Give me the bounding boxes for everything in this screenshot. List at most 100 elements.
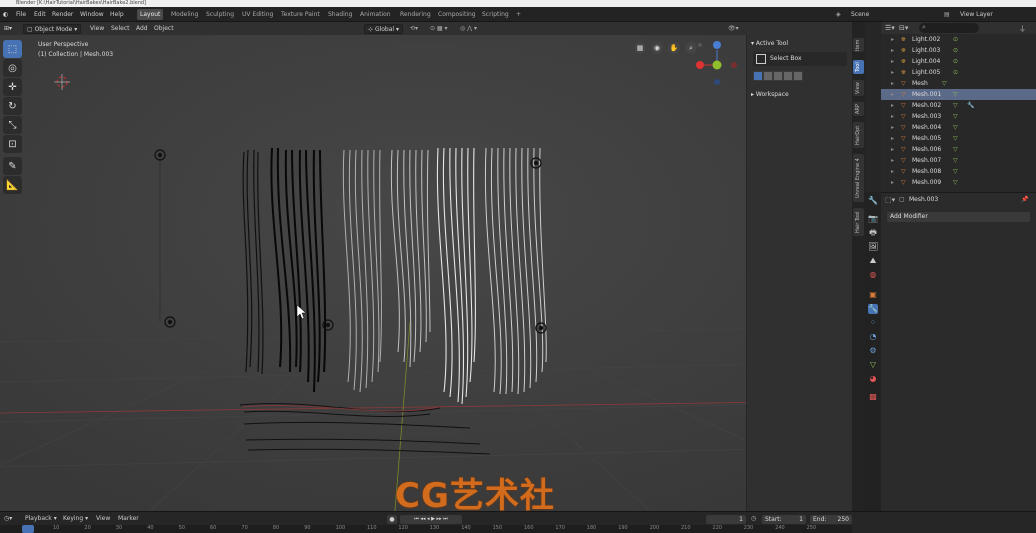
tab-hair-tool[interactable]: Hair Tool	[853, 208, 864, 236]
blender-logo-icon[interactable]: ◐	[3, 9, 8, 20]
menu-add[interactable]: Add	[136, 24, 148, 34]
rotate-tool-icon[interactable]: ↻	[3, 97, 22, 115]
menu-file[interactable]: File	[16, 9, 26, 20]
outliner-row[interactable]: ▸ ▽ Mesh.006 ▽	[881, 144, 1036, 155]
outliner-row-label[interactable]: Light.005	[912, 67, 940, 78]
scene-selector[interactable]: Scene	[851, 9, 869, 20]
menu-select[interactable]: Select	[111, 24, 130, 34]
outliner-row-label[interactable]: Mesh.006	[912, 144, 941, 155]
menu-playback[interactable]: Playback ▾	[25, 515, 57, 522]
expand-icon[interactable]: ▸	[891, 56, 894, 67]
3d-viewport[interactable]: ⊞▾ ▢ Object Mode ▾ View Select Add Objec…	[0, 22, 852, 511]
orientation-selector[interactable]: ⊹ Global ▾	[364, 24, 403, 34]
view-object-types-icon[interactable]: 👁▾	[728, 24, 739, 34]
menu-render[interactable]: Render	[52, 9, 73, 20]
measure-tool-icon[interactable]: 📐	[3, 176, 22, 194]
expand-icon[interactable]: ▸	[891, 166, 894, 177]
outliner-row-label[interactable]: Light.003	[912, 45, 940, 56]
mesh-data-icon[interactable]: ▽	[953, 133, 958, 144]
outliner-row-label[interactable]: Mesh	[912, 78, 928, 89]
scale-tool-icon[interactable]: ⤡	[3, 116, 22, 134]
tab-texture-paint[interactable]: Texture Paint	[278, 9, 323, 20]
outliner-row-label[interactable]: Mesh.002	[912, 100, 941, 111]
outliner-row-label[interactable]: Mesh.004	[912, 122, 941, 133]
outliner-row[interactable]: ▸ ▽ Mesh.003 ▽	[881, 111, 1036, 122]
mesh-data-icon[interactable]: ▽	[953, 122, 958, 133]
workspace-header[interactable]: ▸ Workspace	[751, 91, 789, 98]
outliner-row-label[interactable]: Mesh.008	[912, 166, 941, 177]
mode-subtract-icon[interactable]	[774, 72, 782, 80]
tab-view[interactable]: View	[853, 80, 864, 96]
mesh-data-icon[interactable]: ▽	[953, 111, 958, 122]
output-tab-icon[interactable]: 🖶	[868, 228, 878, 238]
tab-animation[interactable]: Animation	[357, 9, 394, 20]
tab-uv-editing[interactable]: UV Editing	[239, 9, 276, 20]
editor-type-icon[interactable]: ⊞▾	[4, 24, 12, 34]
active-tool-header[interactable]: ▾ Active Tool	[751, 40, 788, 47]
mesh-data-icon[interactable]: ▽	[953, 155, 958, 166]
expand-icon[interactable]: ▸	[891, 78, 894, 89]
tab-shading[interactable]: Shading	[325, 9, 355, 20]
camera-view-icon[interactable]: ◉	[651, 42, 663, 54]
mesh-data-icon[interactable]: ▽	[942, 78, 947, 89]
outliner-row-label[interactable]: Mesh.005	[912, 133, 941, 144]
outliner-row-label[interactable]: Mesh.007	[912, 155, 941, 166]
light-data-icon[interactable]: ⊙	[953, 67, 958, 78]
outliner-row-label[interactable]: Light.004	[912, 56, 940, 67]
clock-icon[interactable]: ◷	[751, 515, 756, 522]
outliner-row[interactable]: ▸ ▽ Mesh.005 ▽	[881, 133, 1036, 144]
tool-tab-icon[interactable]: 🔧	[868, 196, 878, 206]
outliner-row[interactable]: ▸ ▽ Mesh.001 ▽	[881, 89, 1036, 100]
light-data-icon[interactable]: ⊙	[953, 56, 958, 67]
mesh-data-icon[interactable]: ▽	[953, 100, 958, 111]
outliner-search-input[interactable]: ⌕	[919, 23, 979, 33]
outliner-row[interactable]: ▸ ▽ Mesh.004 ▽	[881, 122, 1036, 133]
outliner-row-label[interactable]: Light.002	[912, 34, 940, 45]
constraints-tab-icon[interactable]: ⚙	[868, 346, 878, 356]
outliner-row[interactable]: ▸ ▽ Mesh ▽	[881, 78, 1036, 89]
mesh-data-icon[interactable]: ▽	[953, 144, 958, 155]
expand-icon[interactable]: ▸	[891, 67, 894, 78]
add-workspace-button[interactable]: +	[513, 9, 524, 20]
properties-type-icon[interactable]: ⬚▾	[885, 196, 895, 204]
expand-icon[interactable]: ▸	[891, 177, 894, 188]
outliner-row[interactable]: ▸ ▽ Mesh.009 ▽	[881, 177, 1036, 188]
light-data-icon[interactable]: ⊙	[953, 45, 958, 56]
outliner-row[interactable]: ▸ ⛯ Light.003 ⊙	[881, 45, 1036, 56]
particles-tab-icon[interactable]: ⁘	[868, 318, 878, 328]
world-tab-icon[interactable]: ◍	[868, 270, 878, 280]
pivot-icon[interactable]: ⟲▾	[410, 24, 418, 34]
outliner-row[interactable]: ▸ ⛯ Light.004 ⊙	[881, 56, 1036, 67]
tab-hairdpt[interactable]: HairDpt	[853, 122, 864, 148]
texture-tab-icon[interactable]: ▩	[868, 392, 878, 402]
outliner-filter-icon[interactable]: ⏚	[1019, 24, 1026, 34]
menu-view-timeline[interactable]: View	[96, 515, 110, 522]
tab-item[interactable]: Item	[853, 38, 864, 52]
mesh-data-icon[interactable]: ▽	[953, 89, 958, 100]
tab-rendering[interactable]: Rendering	[397, 9, 434, 20]
physics-tab-icon[interactable]: ◔	[868, 332, 878, 342]
mode-invert-icon[interactable]	[784, 72, 792, 80]
menu-object[interactable]: Object	[154, 24, 174, 34]
transform-tool-icon[interactable]: ⊡	[3, 135, 22, 153]
proportional-edit-icon[interactable]: ◎ ⋀ ▾	[460, 24, 477, 34]
zoom-icon[interactable]: ⌕	[685, 42, 697, 54]
tab-modeling[interactable]: Modeling	[168, 9, 201, 20]
tab-compositing[interactable]: Compositing	[435, 9, 479, 20]
menu-keying[interactable]: Keying ▾	[63, 515, 88, 522]
toggle-camera-icon[interactable]: ▦	[634, 42, 646, 54]
outliner-row-label[interactable]: Mesh.009	[912, 177, 941, 188]
outliner-row[interactable]: ▸ ⛯ Light.005 ⊙	[881, 67, 1036, 78]
expand-icon[interactable]: ▸	[891, 122, 894, 133]
select-box-row[interactable]: Select Box	[753, 52, 847, 66]
outliner-row[interactable]: ▸ ▽ Mesh.007 ▽	[881, 155, 1036, 166]
move-tool-icon[interactable]: ✛	[3, 78, 22, 96]
timeline-ruler[interactable]: 10 20 30 40 50 60 70 80 90 100 110 120 130 140 150 160 1…	[0, 525, 852, 533]
playhead[interactable]	[22, 525, 34, 533]
view-layer-tab-icon[interactable]: 🖼	[868, 242, 878, 252]
selection-mode-buttons[interactable]	[753, 71, 803, 81]
mode-extend-icon[interactable]	[764, 72, 772, 80]
expand-icon[interactable]: ▸	[891, 34, 894, 45]
expand-icon[interactable]: ▸	[891, 45, 894, 56]
view-layer-selector[interactable]: View Layer	[960, 9, 993, 20]
